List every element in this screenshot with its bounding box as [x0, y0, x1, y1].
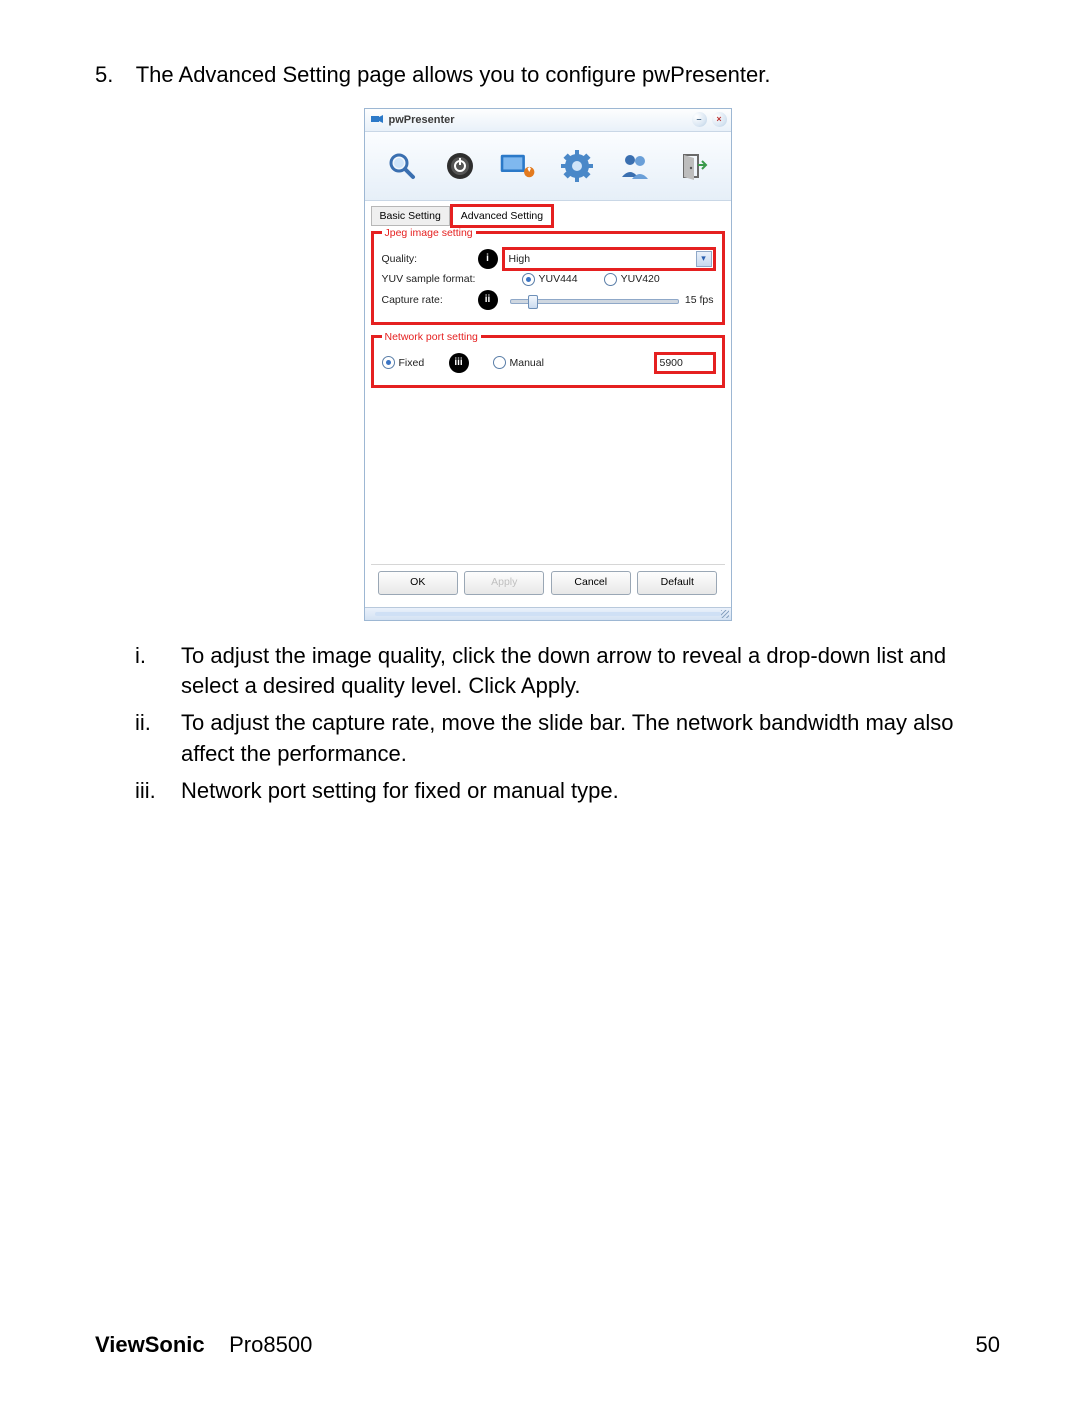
- chevron-down-icon[interactable]: ▾: [696, 251, 712, 267]
- gear-icon[interactable]: [558, 147, 596, 185]
- instruction-list: i. To adjust the image quality, click th…: [135, 641, 1000, 807]
- port-value: 5900: [660, 357, 683, 369]
- cancel-button[interactable]: Cancel: [551, 571, 631, 595]
- default-button[interactable]: Default: [637, 571, 717, 595]
- status-bar: [365, 607, 731, 620]
- intro-number: 5.: [95, 60, 130, 90]
- legend-jpeg: Jpeg image setting: [382, 227, 476, 239]
- app-window: pwPresenter – ×: [364, 108, 732, 621]
- intro-line: 5. The Advanced Setting page allows you …: [95, 60, 1000, 90]
- callout-ii: ii: [478, 290, 498, 310]
- resize-grip-icon[interactable]: [721, 610, 729, 618]
- close-button[interactable]: ×: [712, 112, 727, 127]
- item-iii-num: iii.: [135, 776, 181, 807]
- label-quality: Quality:: [382, 253, 484, 265]
- door-icon[interactable]: [674, 147, 712, 185]
- footer-page: 50: [976, 1332, 1000, 1358]
- label-yuv: YUV sample format:: [382, 273, 502, 285]
- label-yuv420: YUV420: [621, 273, 660, 285]
- callout-iii: iii: [449, 353, 469, 373]
- title-bar: pwPresenter – ×: [365, 109, 731, 132]
- screenshot: pwPresenter – ×: [364, 108, 732, 621]
- label-fixed: Fixed: [399, 357, 455, 369]
- app-icon: [369, 112, 385, 128]
- apply-button[interactable]: Apply: [464, 571, 544, 595]
- item-ii-num: ii.: [135, 708, 181, 770]
- group-jpeg: Jpeg image setting Quality: i High ▾ YUV…: [371, 227, 725, 325]
- footer-model: Pro8500: [229, 1332, 312, 1357]
- radio-fixed[interactable]: [382, 356, 395, 369]
- search-icon[interactable]: [383, 147, 421, 185]
- label-manual: Manual: [510, 357, 544, 369]
- display-icon[interactable]: [499, 147, 537, 185]
- radio-yuv420[interactable]: [604, 273, 617, 286]
- port-field[interactable]: 5900: [656, 354, 714, 372]
- quality-dropdown[interactable]: High ▾: [504, 249, 714, 269]
- minimize-button[interactable]: –: [692, 112, 707, 127]
- legend-network: Network port setting: [382, 331, 481, 343]
- capture-value: 15 fps: [685, 294, 714, 306]
- item-iii-text: Network port setting for fixed or manual…: [181, 776, 1000, 807]
- dialog-buttons: OK Apply Cancel Default: [371, 564, 725, 601]
- group-network: Network port setting Fixed iii Manual 59…: [371, 331, 725, 388]
- users-icon[interactable]: [616, 147, 654, 185]
- capture-slider[interactable]: [510, 293, 679, 307]
- intro-text: The Advanced Setting page allows you to …: [136, 62, 771, 87]
- ok-button[interactable]: OK: [378, 571, 458, 595]
- label-yuv444: YUV444: [539, 273, 578, 285]
- callout-i: i: [478, 249, 498, 269]
- radio-manual[interactable]: [493, 356, 506, 369]
- window-title: pwPresenter: [389, 114, 455, 126]
- tab-advanced[interactable]: Advanced Setting: [452, 206, 552, 226]
- item-ii-text: To adjust the capture rate, move the sli…: [181, 708, 1000, 770]
- tab-strip: Basic Setting Advanced Setting: [365, 201, 731, 225]
- power-icon[interactable]: [441, 147, 479, 185]
- tab-basic[interactable]: Basic Setting: [371, 206, 450, 226]
- radio-yuv444[interactable]: [522, 273, 535, 286]
- item-i-text: To adjust the image quality, click the d…: [181, 641, 1000, 703]
- quality-value: High: [509, 253, 531, 265]
- footer-brand: ViewSonic: [95, 1332, 205, 1357]
- label-capture: Capture rate:: [382, 294, 484, 306]
- page-footer: ViewSonic Pro8500 50: [95, 1332, 1000, 1358]
- toolbar: [365, 132, 731, 201]
- item-i-num: i.: [135, 641, 181, 703]
